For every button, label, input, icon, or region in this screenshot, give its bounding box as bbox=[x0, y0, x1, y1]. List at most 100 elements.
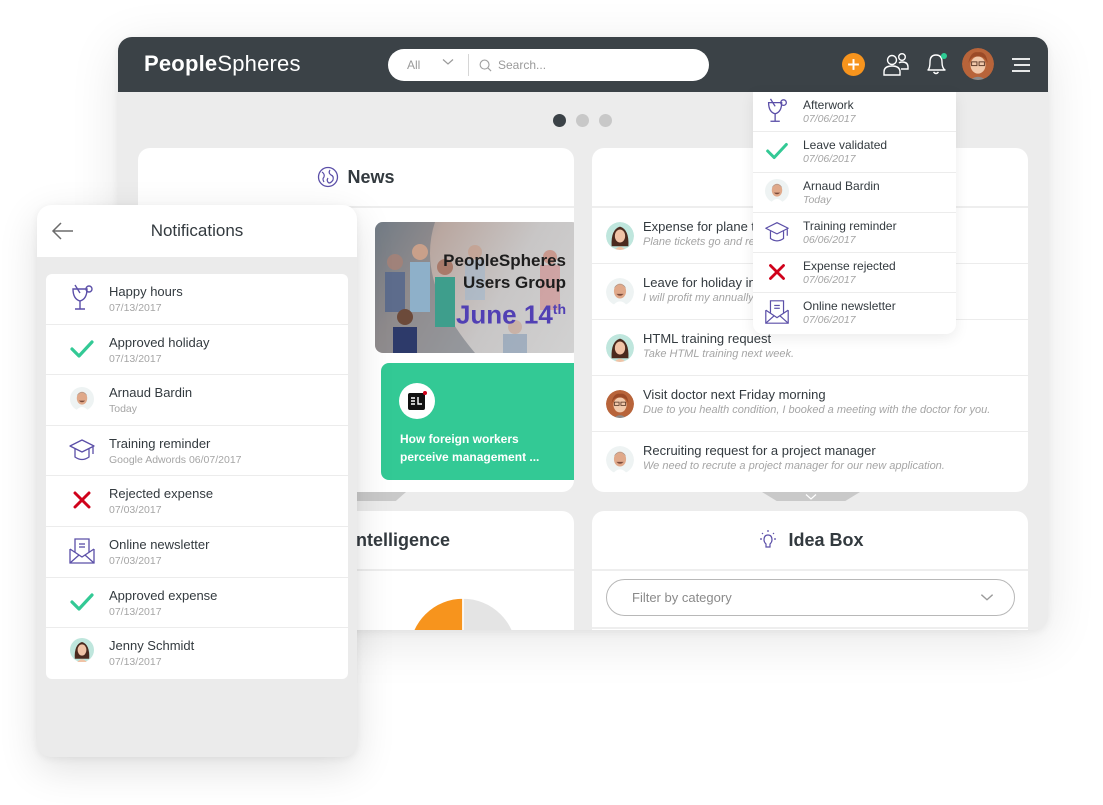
notification-title: Expense rejected bbox=[803, 259, 896, 274]
task-subtitle: Take HTML training next week. bbox=[643, 348, 795, 360]
notification-date: 07/06/2017 bbox=[803, 314, 856, 327]
dropdown-notification-item[interactable]: Training reminder 06/06/2017 bbox=[753, 213, 956, 254]
notification-label: Jenny Schmidt bbox=[109, 638, 195, 654]
notification-label: Arnaud Bardin bbox=[109, 385, 193, 401]
pie-slice-1[interactable] bbox=[409, 597, 464, 630]
notification-date: Today bbox=[803, 193, 832, 206]
dropdown-notification-item[interactable]: Leave validated 07/06/2017 bbox=[753, 132, 956, 173]
task-title: Recruiting request for a project manager bbox=[643, 443, 876, 458]
notification-label: Approved holiday bbox=[109, 334, 210, 350]
globe-icon bbox=[318, 166, 339, 188]
dropdown-notification-item[interactable]: Online newsletter 07/06/2017 bbox=[753, 293, 956, 333]
task-avatar bbox=[606, 390, 634, 418]
notification-item[interactable]: Happy hours 07/13/2017 bbox=[46, 274, 348, 325]
chevron-down-icon bbox=[980, 593, 994, 602]
task-title: HTML training request bbox=[643, 331, 772, 346]
dropdown-notification-item[interactable]: Expense rejected 07/06/2017 bbox=[753, 253, 956, 294]
hamburger-menu-button[interactable] bbox=[1010, 55, 1032, 75]
peoplespheres-logo[interactable]: PeopleSpheres bbox=[144, 51, 301, 77]
notification-label: Online newsletter bbox=[109, 536, 210, 552]
notification-item[interactable]: Training reminder Google Adwords 06/07/2… bbox=[46, 426, 348, 477]
notification-date: 07/06/2017 bbox=[803, 113, 856, 125]
carousel-dot-3[interactable] bbox=[599, 114, 612, 127]
notification-item[interactable]: Approved holiday 07/13/2017 bbox=[46, 325, 348, 376]
task-avatar bbox=[606, 278, 634, 306]
banner-date: June 14th bbox=[443, 294, 566, 330]
news-header: News bbox=[138, 148, 574, 208]
mobile-notifications-screen: Notifications Happy hours 07/13/2017 App… bbox=[37, 205, 357, 757]
notification-title: Training reminder bbox=[803, 218, 897, 233]
envelope-icon bbox=[67, 536, 97, 566]
idea-box-header: Idea Box bbox=[592, 511, 1028, 571]
dropdown-notification-item[interactable]: Arnaud Bardin Today bbox=[753, 173, 956, 213]
news-article-card[interactable]: How foreign workers perceive management … bbox=[381, 363, 574, 480]
task-row[interactable]: Recruiting request for a project manager… bbox=[592, 432, 1028, 488]
users-button[interactable] bbox=[882, 52, 910, 78]
notification-date: 06/06/2017 bbox=[803, 233, 856, 246]
task-avatar bbox=[606, 446, 634, 474]
add-button[interactable] bbox=[842, 53, 865, 76]
top-navigation-bar: PeopleSpheres All bbox=[118, 37, 1048, 92]
check-icon bbox=[67, 587, 97, 617]
mobile-header: Notifications bbox=[37, 205, 357, 257]
search-scope-select[interactable]: All bbox=[388, 49, 468, 81]
notification-date: Today bbox=[109, 403, 138, 416]
article-source-logo bbox=[399, 383, 435, 419]
dropdown-notification-item[interactable]: Afterwork 07/06/2017 bbox=[753, 92, 956, 133]
notification-item[interactable]: Arnaud Bardin Today bbox=[46, 375, 348, 426]
notification-date: 07/13/2017 bbox=[109, 302, 162, 314]
search-divider bbox=[468, 54, 469, 76]
news-title: News bbox=[347, 166, 395, 187]
search-input[interactable] bbox=[498, 58, 698, 72]
notification-item[interactable]: Jenny Schmidt 07/13/2017 bbox=[46, 628, 348, 679]
logo-text-bold: People bbox=[144, 51, 218, 76]
notification-title: Leave validated bbox=[803, 138, 888, 153]
task-avatar bbox=[606, 334, 634, 362]
graduation-cap-icon bbox=[67, 435, 97, 465]
notification-date: 07/06/2017 bbox=[803, 274, 856, 287]
user-avatar[interactable] bbox=[962, 48, 994, 80]
category-filter-placeholder: Filter by category bbox=[632, 590, 732, 605]
notification-item[interactable]: Rejected expense 07/03/2017 bbox=[46, 476, 348, 527]
task-title: Visit doctor next Friday morning bbox=[643, 387, 826, 402]
notification-title: Afterwork bbox=[803, 98, 854, 112]
envelope-icon bbox=[763, 298, 791, 326]
idea-box-title: Idea Box bbox=[788, 529, 864, 550]
notifications-button[interactable] bbox=[923, 50, 949, 78]
cross-icon bbox=[67, 485, 97, 515]
notification-date: 07/03/2017 bbox=[109, 504, 162, 517]
lightbulb-icon bbox=[760, 530, 777, 548]
divider bbox=[592, 627, 1028, 629]
mobile-title: Notifications bbox=[150, 221, 244, 240]
task-row[interactable]: Visit doctor next Friday morning Due to … bbox=[592, 376, 1028, 432]
tasks-expand-tab[interactable] bbox=[762, 492, 860, 501]
search-scope-value: All bbox=[407, 58, 421, 72]
chevron-down-icon bbox=[442, 58, 454, 66]
news-banner[interactable]: PeopleSpheres Users Group June 14th bbox=[375, 222, 574, 353]
avatar bbox=[70, 387, 94, 411]
carousel-dot-2[interactable] bbox=[576, 114, 589, 127]
source-logo-icon bbox=[408, 391, 427, 410]
carousel-pagination bbox=[553, 114, 612, 127]
avatar bbox=[765, 179, 789, 203]
category-filter-select[interactable]: Filter by category bbox=[606, 579, 1015, 616]
carousel-dot-1[interactable] bbox=[553, 114, 566, 127]
banner-text: PeopleSpheres Users Group June 14th bbox=[443, 250, 566, 330]
check-icon bbox=[67, 334, 97, 364]
banner-line-2: Users Group bbox=[463, 273, 566, 292]
notification-date: 07/06/2017 bbox=[803, 153, 856, 166]
banner-date-suffix: th bbox=[552, 301, 566, 317]
notification-item[interactable]: Approved expense 07/13/2017 bbox=[46, 578, 348, 629]
cocktail-icon bbox=[763, 97, 791, 125]
search-bar: All bbox=[388, 49, 709, 81]
cross-icon bbox=[763, 258, 791, 286]
notifications-dropdown: Afterwork 07/06/2017 Leave validated 07/… bbox=[753, 92, 956, 334]
graduation-cap-icon bbox=[763, 218, 791, 246]
plus-icon bbox=[848, 59, 859, 70]
notification-item[interactable]: Online newsletter 07/03/2017 bbox=[46, 527, 348, 578]
task-subtitle: Due to you health condition, I booked a … bbox=[643, 404, 991, 416]
search-icon bbox=[479, 59, 492, 72]
notification-date: 07/03/2017 bbox=[109, 554, 162, 567]
cocktail-icon bbox=[67, 283, 97, 313]
banner-line-1: PeopleSpheres bbox=[443, 251, 566, 270]
